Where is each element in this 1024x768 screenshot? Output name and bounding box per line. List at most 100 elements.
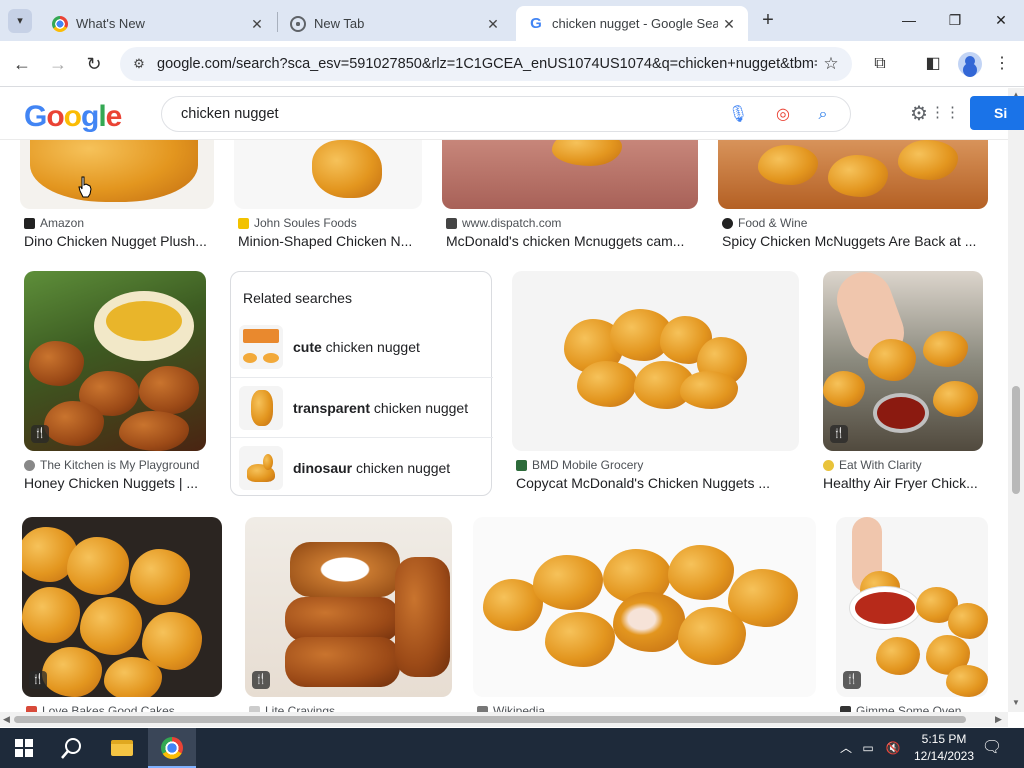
scroll-down-arrow[interactable]: ▼ bbox=[1012, 698, 1020, 707]
result-image[interactable] bbox=[20, 140, 214, 209]
close-window-button[interactable]: ✕ bbox=[988, 8, 1014, 32]
search-taskbar-button[interactable] bbox=[48, 728, 96, 768]
nugget-shape bbox=[923, 331, 968, 367]
image-result[interactable]: 🍴 The Kitchen is My Playground Honey Chi… bbox=[24, 271, 214, 496]
side-panel-icon[interactable]: ◧ bbox=[921, 52, 945, 76]
result-image[interactable]: 🍴 bbox=[823, 271, 983, 451]
sign-in-button[interactable]: Si bbox=[970, 96, 1024, 130]
start-button[interactable] bbox=[0, 728, 48, 768]
nugget-shape bbox=[828, 155, 888, 197]
image-result[interactable]: Food & Wine Spicy Chicken McNuggets Are … bbox=[718, 140, 988, 250]
tab-search-button[interactable]: ▾ bbox=[8, 9, 32, 33]
result-image[interactable] bbox=[473, 517, 816, 697]
result-source[interactable]: Food & Wine bbox=[722, 216, 988, 230]
scrollbar-thumb[interactable] bbox=[14, 716, 966, 723]
result-title[interactable]: Minion-Shaped Chicken N... bbox=[238, 233, 424, 249]
address-bar[interactable]: ⚙ google.com/search?sca_esv=591027850&rl… bbox=[120, 47, 852, 81]
site-info-icon[interactable]: ⚙ bbox=[130, 55, 148, 73]
clock-date: 12/14/2023 bbox=[913, 749, 975, 763]
tab-whats-new[interactable]: What's New ✕ bbox=[40, 6, 276, 41]
chrome-taskbar-button[interactable] bbox=[148, 728, 196, 768]
image-result[interactable]: www.dispatch.com McDonald's chicken Mcnu… bbox=[442, 140, 698, 250]
nugget-shape bbox=[678, 607, 746, 665]
related-search-item[interactable]: transparent chicken nugget bbox=[231, 377, 493, 437]
search-input[interactable]: chicken nugget bbox=[181, 106, 279, 122]
back-button[interactable]: ← bbox=[9, 51, 35, 77]
image-result[interactable]: 🍴 Lite Cravings bbox=[245, 517, 453, 714]
tab-chicken-nugget[interactable]: G chicken nugget - Google Search ✕ bbox=[516, 6, 748, 41]
result-image[interactable] bbox=[512, 271, 799, 451]
lens-icon[interactable]: ◎ bbox=[772, 104, 794, 126]
image-result[interactable]: 🍴 Love Bakes Good Cakes bbox=[22, 517, 222, 714]
nugget-shape bbox=[758, 145, 818, 185]
related-search-item[interactable]: dinosaur chicken nugget bbox=[231, 437, 493, 497]
vertical-scrollbar[interactable]: ▲ ▼ bbox=[1008, 88, 1024, 712]
chrome-icon bbox=[52, 15, 68, 32]
file-explorer-button[interactable] bbox=[98, 728, 146, 768]
system-clock[interactable]: 5:15 PM 12/14/2023 bbox=[912, 731, 976, 765]
search-box[interactable]: chicken nugget 🎙 ◎ ⌕ bbox=[161, 96, 851, 132]
network-icon[interactable]: ▭ bbox=[858, 728, 878, 768]
image-result[interactable]: Wikipedia bbox=[473, 517, 817, 714]
extensions-icon[interactable]: ⧉ bbox=[868, 52, 892, 76]
volume-muted-icon[interactable]: 🔇 bbox=[882, 728, 904, 768]
result-source[interactable]: www.dispatch.com bbox=[446, 216, 698, 230]
result-image[interactable]: 🍴 bbox=[245, 517, 452, 697]
result-image[interactable]: 🍴 bbox=[24, 271, 206, 451]
google-logo[interactable]: Google bbox=[24, 100, 122, 134]
scroll-right-arrow[interactable]: ▶ bbox=[995, 714, 1002, 725]
image-result[interactable]: 🍴 Eat With Clarity Healthy Air Fryer Chi… bbox=[823, 271, 988, 496]
image-result[interactable]: 🍴 Gimme Some Oven bbox=[836, 517, 988, 714]
close-icon[interactable]: ✕ bbox=[482, 13, 504, 35]
related-search-label: dinosaur chicken nugget bbox=[293, 460, 451, 476]
tab-new-tab[interactable]: New Tab ✕ bbox=[278, 6, 512, 41]
result-source[interactable]: John Soules Foods bbox=[238, 216, 424, 230]
result-title[interactable]: Honey Chicken Nuggets | ... bbox=[24, 475, 214, 491]
new-tab-button[interactable]: + bbox=[756, 8, 780, 32]
result-title[interactable]: Spicy Chicken McNuggets Are Back at ... bbox=[722, 233, 988, 249]
show-hidden-icons-chevron[interactable]: ︿ bbox=[836, 728, 856, 768]
result-source[interactable]: Amazon bbox=[24, 216, 214, 230]
settings-gear-icon[interactable]: ⚙ bbox=[908, 103, 930, 125]
profile-avatar[interactable] bbox=[958, 52, 982, 76]
image-result[interactable]: Amazon Dino Chicken Nugget Plush... bbox=[20, 140, 214, 250]
apps-grid-icon[interactable]: ⋮⋮ bbox=[930, 104, 960, 122]
result-source[interactable]: BMD Mobile Grocery bbox=[516, 458, 802, 472]
folder-icon bbox=[111, 740, 133, 756]
result-title[interactable]: Dino Chicken Nugget Plush... bbox=[24, 233, 214, 249]
result-title[interactable]: Healthy Air Fryer Chick... bbox=[823, 475, 988, 491]
tab-label: chicken nugget - Google Search bbox=[552, 16, 718, 31]
result-source[interactable]: Eat With Clarity bbox=[823, 458, 988, 472]
notifications-icon[interactable]: 🗨 bbox=[980, 728, 1004, 768]
forward-button[interactable]: → bbox=[45, 51, 71, 77]
result-source[interactable]: The Kitchen is My Playground bbox=[24, 458, 214, 472]
hand-cursor-icon bbox=[78, 176, 92, 198]
horizontal-scrollbar[interactable]: ◀ ▶ bbox=[0, 712, 1008, 727]
result-image[interactable] bbox=[442, 140, 698, 209]
image-result[interactable]: BMD Mobile Grocery Copycat McDonald's Ch… bbox=[512, 271, 802, 496]
menu-kebab-icon[interactable]: ⋮ bbox=[990, 52, 1014, 76]
related-search-item[interactable]: cute chicken nugget bbox=[231, 317, 493, 377]
close-icon[interactable]: ✕ bbox=[718, 13, 740, 35]
result-image[interactable] bbox=[234, 140, 422, 209]
chrome-icon bbox=[290, 15, 306, 32]
result-image[interactable]: 🍴 bbox=[836, 517, 988, 697]
image-result[interactable]: John Soules Foods Minion-Shaped Chicken … bbox=[234, 140, 424, 250]
result-title[interactable]: Copycat McDonald's Chicken Nuggets ... bbox=[516, 475, 802, 491]
scroll-left-arrow[interactable]: ◀ bbox=[3, 714, 10, 725]
close-icon[interactable]: ✕ bbox=[246, 13, 268, 35]
result-title[interactable]: McDonald's chicken Mcnuggets cam... bbox=[446, 233, 698, 249]
minimize-button[interactable]: — bbox=[896, 8, 922, 32]
nugget-shape bbox=[948, 603, 988, 639]
search-icon[interactable]: ⌕ bbox=[812, 104, 834, 126]
bookmark-star-icon[interactable]: ☆ bbox=[820, 53, 842, 75]
nugget-shape bbox=[533, 555, 603, 610]
restore-button[interactable]: ❐ bbox=[942, 8, 968, 32]
microphone-icon[interactable]: 🎙 bbox=[727, 104, 749, 126]
result-image[interactable] bbox=[718, 140, 988, 209]
nugget-shape bbox=[876, 637, 920, 675]
reload-button[interactable]: ↻ bbox=[81, 51, 107, 77]
scrollbar-thumb[interactable] bbox=[1012, 386, 1020, 494]
result-image[interactable]: 🍴 bbox=[22, 517, 222, 697]
url-text[interactable]: google.com/search?sca_esv=591027850&rlz=… bbox=[157, 56, 817, 72]
